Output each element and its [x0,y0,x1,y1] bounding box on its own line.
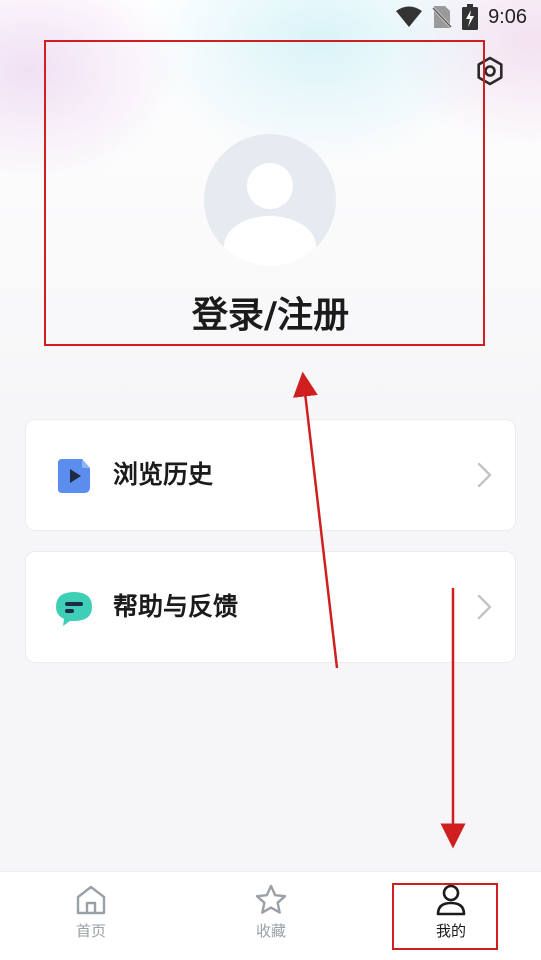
tab-favorites[interactable]: 收藏 [211,872,331,960]
tab-home[interactable]: 首页 [31,872,151,960]
status-time: 9:06 [488,5,527,28]
home-icon [76,885,106,915]
default-avatar-icon [204,134,336,266]
tab-label: 收藏 [255,922,286,940]
tab-mine-highlight [392,883,498,950]
no-sim-icon [432,6,452,28]
chevron-right-icon [477,594,492,620]
wifi-icon [396,6,423,27]
star-icon [255,884,287,914]
menu-item-label: 帮助与反馈 [113,592,239,621]
menu-item-browse-history[interactable]: 浏览历史 [25,419,516,531]
avatar[interactable] [204,134,336,266]
login-register-link[interactable]: 登录/注册 [0,286,541,338]
menu-item-label: 浏览历史 [113,460,214,489]
browse-history-icon [58,459,90,493]
battery-charging-icon [462,4,479,30]
status-bar: 9:06 [0,0,541,34]
menu-item-help-feedback[interactable]: 帮助与反馈 [25,551,516,663]
chevron-right-icon [477,462,492,488]
help-feedback-icon [56,592,92,626]
tab-label: 首页 [75,922,106,940]
